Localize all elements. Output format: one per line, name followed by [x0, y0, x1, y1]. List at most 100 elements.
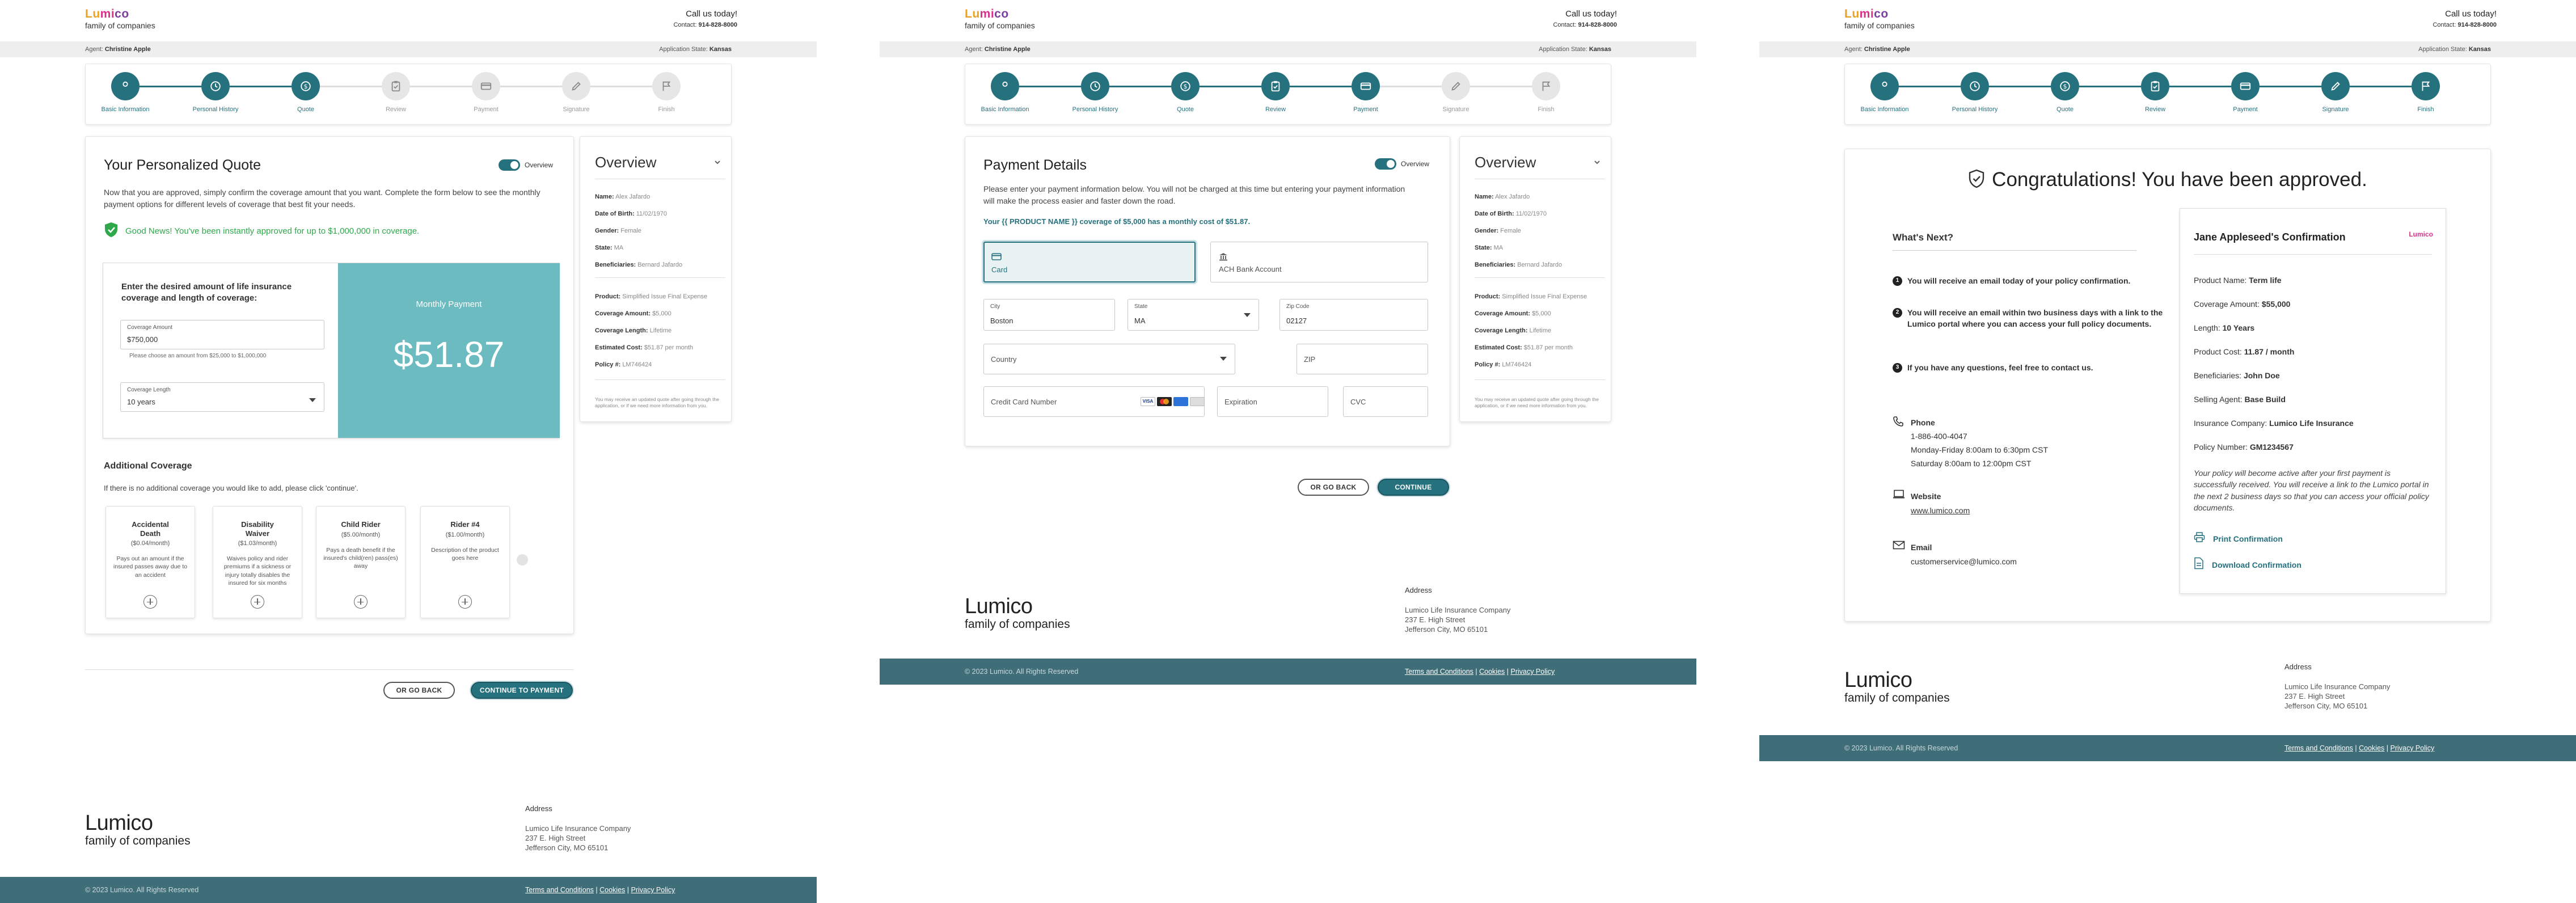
continue-button[interactable]: CONTINUE	[1378, 479, 1449, 496]
coverage-length-select[interactable]: Coverage Length 10 years	[120, 382, 324, 412]
footer-address: Address Lumico Life Insurance Company 23…	[1405, 586, 1510, 635]
step-quote[interactable]: $ Quote	[1151, 72, 1219, 113]
step-quote[interactable]: $ Quote	[272, 72, 340, 113]
credit-card-number-input[interactable]: Credit Card Number VISA	[983, 386, 1205, 417]
conf-key: Insurance Company:	[2194, 419, 2267, 428]
overview-key: Coverage Length:	[595, 327, 648, 334]
step-personal-history[interactable]: Personal History	[1941, 72, 2009, 113]
chevron-down-icon[interactable]	[714, 158, 721, 165]
coverage-amount-input[interactable]: Coverage Amount $750,000	[120, 320, 324, 349]
rider-card[interactable]: Disability Waiver ($1.03/month) Waives pol…	[213, 506, 302, 618]
print-label: Print Confirmation	[2213, 534, 2283, 543]
website-link[interactable]: www.lumico.com	[1911, 504, 1970, 518]
ccn-placeholder: Credit Card Number	[991, 398, 1057, 406]
header-logo[interactable]: Lumico family of companies	[85, 8, 155, 29]
continue-to-payment-button[interactable]: CONTINUE TO PAYMENT	[471, 682, 573, 699]
go-back-button[interactable]: OR GO BACK	[383, 682, 455, 699]
step-finish[interactable]: Finish	[2392, 72, 2460, 113]
cookies-link[interactable]: Cookies	[599, 886, 625, 894]
step-signature[interactable]: Signature	[2301, 72, 2370, 113]
email-icon	[1893, 541, 1905, 552]
shield-check-icon	[1968, 169, 1985, 191]
cookies-link[interactable]: Cookies	[1479, 668, 1505, 676]
footer-logo[interactable]: Lumico family of companies	[85, 812, 191, 847]
step-finish[interactable]: Finish	[632, 72, 700, 113]
overview-toggle[interactable]: Overview	[498, 159, 553, 171]
add-circle-icon[interactable]	[354, 595, 368, 609]
overview-product: Product: Simplified Issue Final Expense	[595, 293, 707, 300]
carousel-next-icon[interactable]	[517, 554, 528, 566]
step-basic-information[interactable]: Basic Information	[971, 72, 1039, 113]
step-basic-information[interactable]: Basic Information	[91, 72, 159, 113]
contact-phone[interactable]: 914-828-8000	[1578, 22, 1617, 28]
overview-value: $51.87 per month	[644, 344, 694, 351]
overview-cost: Estimated Cost: $51.87 per month	[595, 344, 693, 351]
step-basic-information[interactable]: Basic Information	[1851, 72, 1919, 113]
overview-toggle[interactable]: Overview	[1374, 158, 1429, 170]
step-personal-history[interactable]: Personal History	[181, 72, 250, 113]
ach-method-tab[interactable]: ACH Bank Account	[1210, 242, 1428, 282]
coverage-amount-label: Coverage Amount	[127, 324, 173, 331]
step-payment[interactable]: Payment	[452, 72, 520, 113]
overview-state: State: MA	[595, 244, 623, 251]
step-personal-history[interactable]: Personal History	[1061, 72, 1129, 113]
zip-placeholder: ZIP	[1304, 355, 1316, 364]
rider-card[interactable]: Rider #4 ($1.00/month) Description of the …	[420, 506, 510, 618]
payment-card: Payment Details Overview Please enter yo…	[965, 136, 1450, 446]
country-select[interactable]: Country	[983, 344, 1235, 374]
phone-hours: Monday-Friday 8:00am to 6:30pm CST	[1911, 445, 2048, 455]
card-method-tab[interactable]: Card	[983, 242, 1196, 282]
step-review[interactable]: Review	[2121, 72, 2189, 113]
cvc-input[interactable]: CVC	[1343, 386, 1428, 417]
step-review[interactable]: Review	[1241, 72, 1310, 113]
header-logo[interactable]: Lumico family of companies	[1844, 8, 1915, 29]
phone-number[interactable]: 1-886-400-4047	[1911, 429, 2048, 443]
state-select[interactable]: State MA	[1127, 299, 1259, 331]
zip-code-input[interactable]: Zip Code 02127	[1279, 299, 1428, 331]
rider-title: Rider #4	[450, 520, 480, 529]
chevron-down-icon[interactable]	[1594, 158, 1601, 165]
privacy-link[interactable]: Privacy Policy	[631, 886, 675, 894]
toggle-switch[interactable]	[1374, 158, 1396, 170]
conf-key: Product Cost:	[2194, 347, 2242, 356]
step-payment[interactable]: Payment	[2211, 72, 2279, 113]
contact-phone[interactable]: 914-828-8000	[698, 22, 737, 28]
rider-card[interactable]: Accidental Death ($0.04/month) Pays out an…	[105, 506, 195, 618]
add-circle-icon[interactable]	[458, 595, 472, 609]
terms-link[interactable]: Terms and Conditions	[2284, 744, 2353, 752]
privacy-link[interactable]: Privacy Policy	[1510, 668, 1555, 676]
footer-logo[interactable]: Lumico family of companies	[965, 596, 1070, 630]
terms-link[interactable]: Terms and Conditions	[1405, 668, 1473, 676]
terms-link[interactable]: Terms and Conditions	[525, 886, 594, 894]
step-label: Review	[385, 106, 407, 113]
toggle-switch[interactable]	[498, 159, 520, 171]
privacy-link[interactable]: Privacy Policy	[2390, 744, 2434, 752]
email-label: Email	[1911, 543, 1932, 552]
approval-card: Congratulations! You have been approved.…	[1844, 149, 2491, 622]
step-payment[interactable]: Payment	[1332, 72, 1400, 113]
expiration-input[interactable]: Expiration	[1217, 386, 1328, 417]
print-confirmation-button[interactable]: Print Confirmation	[2194, 532, 2283, 545]
add-circle-icon[interactable]	[251, 595, 264, 609]
step-quote[interactable]: $ Quote	[2031, 72, 2099, 113]
step-finish[interactable]: Finish	[1512, 72, 1580, 113]
pen-icon	[562, 72, 590, 100]
city-input[interactable]: City Boston	[983, 299, 1115, 331]
download-confirmation-button[interactable]: Download Confirmation	[2194, 557, 2301, 572]
footer-logo[interactable]: Lumico family of companies	[1844, 669, 1950, 704]
rider-card[interactable]: Child Rider ($5.00/month) Pays a death ben…	[316, 506, 406, 618]
step-review[interactable]: Review	[362, 72, 430, 113]
zip-input[interactable]: ZIP	[1297, 344, 1428, 374]
logo-subtitle: family of companies	[965, 21, 1035, 30]
contact-phone[interactable]: 914-828-8000	[2457, 22, 2497, 28]
cookies-link[interactable]: Cookies	[2359, 744, 2384, 752]
email-link[interactable]: customerservice@lumico.com	[1911, 555, 2017, 569]
step-signature[interactable]: Signature	[542, 72, 610, 113]
next-step-text: You will receive an email within two bus…	[1907, 308, 2163, 329]
agent-label: Agent:	[965, 46, 983, 53]
address-line: Jefferson City, MO 65101	[525, 843, 609, 852]
go-back-button[interactable]: OR GO BACK	[1298, 479, 1369, 496]
step-signature[interactable]: Signature	[1422, 72, 1490, 113]
add-circle-icon[interactable]	[143, 595, 157, 609]
header-logo[interactable]: Lumico family of companies	[965, 8, 1035, 29]
